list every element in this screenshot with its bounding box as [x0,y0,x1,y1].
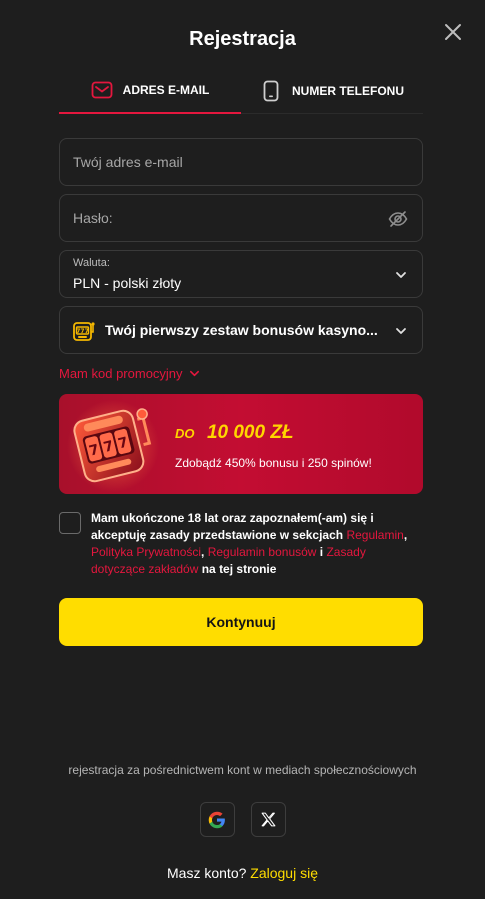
login-link[interactable]: Zaloguj się [250,865,318,881]
email-field-wrapper [59,138,423,186]
terms-consent: Mam ukończone 18 lat oraz zapoznałem(-am… [59,510,423,578]
google-login-button[interactable] [199,802,235,837]
slot-machine-illustration: 7 7 7 [67,400,159,492]
terms-separator: i [316,545,327,559]
x-icon [261,812,275,827]
registration-tabs: ADRES E-MAIL NUMER TELEFONU [59,68,423,114]
bonus-amount-prefix: DO [175,426,195,441]
chevron-down-icon [396,272,406,278]
terms-separator: , [403,528,408,542]
continue-button[interactable]: Kontynuuj [59,598,423,646]
promo-code-toggle[interactable]: Mam kod promocyjny [59,366,200,381]
social-registration-text: rejestracja za pośrednictwem kont w medi… [68,763,417,777]
currency-label: Waluta: [73,257,110,269]
chevron-down-icon [396,328,406,334]
x-login-button[interactable] [250,802,286,837]
login-prompt: Masz konto? Zaloguj się [0,865,485,881]
registration-modal: Rejestracja ADRES E-MAIL NUMER TELEFONU … [0,0,485,899]
tab-email-label: ADRES E-MAIL [122,83,210,97]
close-button[interactable] [441,20,465,44]
terms-link-bonus-rules[interactable]: Regulamin bonusów [208,545,317,559]
terms-checkbox[interactable] [59,512,81,534]
terms-link-regulamin[interactable]: Regulamin [346,528,403,542]
promo-code-label: Mam kod promocyjny [59,366,183,381]
bonus-value: Twój pierwszy zestaw bonusów kasyno... [105,322,378,338]
terms-text-outro: na tej stronie [198,562,277,576]
social-buttons [0,802,485,837]
terms-text: Mam ukończone 18 lat oraz zapoznałem(-am… [91,510,423,578]
phone-icon [260,80,282,102]
tab-email[interactable]: ADRES E-MAIL [59,68,241,114]
bonus-banner: 7 7 7 DO 10 000 ZŁ Zdobądź 450% bonusu i… [59,394,423,494]
google-icon [208,811,225,828]
bonus-amount-value: 10 000 ZŁ [206,422,294,443]
terms-link-privacy[interactable]: Polityka Prywatności [91,545,201,559]
bonus-subtitle: Zdobądź 450% bonusu i 250 spinów! [175,456,372,470]
email-field[interactable] [60,139,422,185]
bonus-amount: DO 10 000 ZŁ [175,422,294,444]
login-question: Masz konto? [167,865,247,881]
tab-phone-label: NUMER TELEFONU [292,83,404,98]
tab-phone[interactable]: NUMER TELEFONU [241,68,423,114]
envelope-icon [91,79,113,101]
password-field[interactable] [60,195,422,241]
terms-separator: , [201,545,208,559]
currency-select[interactable]: Waluta: PLN - polski złoty [59,250,423,298]
password-field-wrapper [59,194,423,242]
currency-value: PLN - polski złoty [73,275,182,291]
bonus-select[interactable]: 777 Twój pierwszy zestaw bonusów kasyno.… [59,306,423,354]
chevron-down-icon [189,370,199,377]
terms-text-intro: Mam ukończone 18 lat oraz zapoznałem(-am… [91,511,374,542]
toggle-password-visibility[interactable] [388,209,408,229]
modal-title: Rejestracja [189,28,296,50]
svg-text:777: 777 [76,328,89,335]
eye-off-icon [388,211,408,227]
close-icon [445,24,461,40]
slot-machine-icon: 777 [73,322,95,341]
